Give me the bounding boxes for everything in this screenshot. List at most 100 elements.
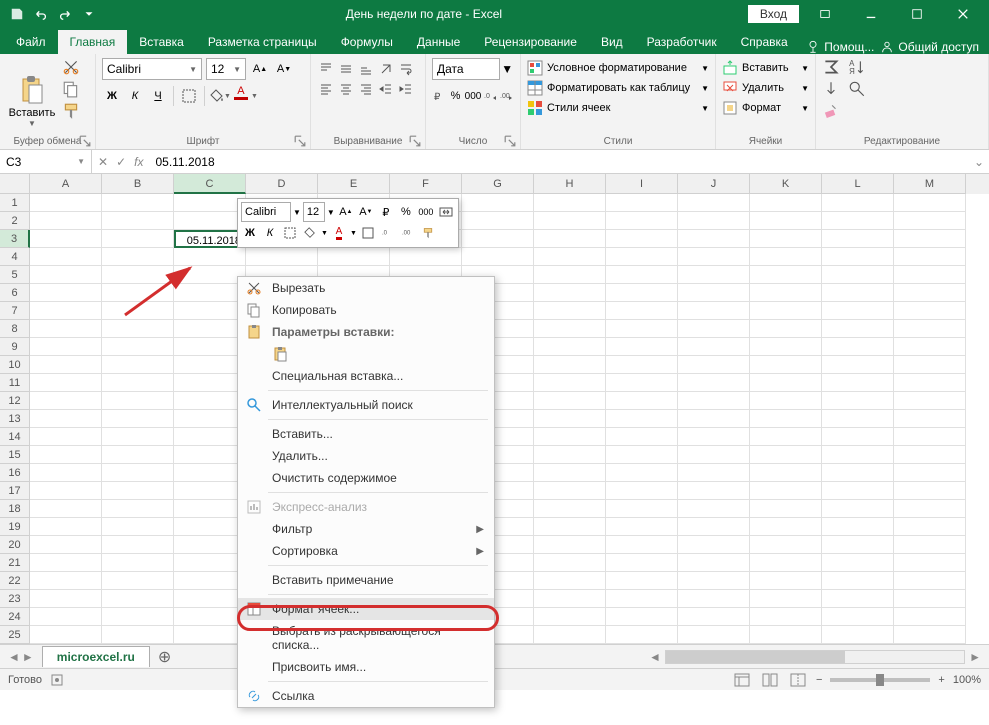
mini-currency-icon[interactable]: ₽ <box>377 203 395 221</box>
cell[interactable] <box>750 194 822 212</box>
cell[interactable] <box>678 392 750 410</box>
column-header[interactable]: K <box>750 174 822 194</box>
cell[interactable] <box>606 302 678 320</box>
cell[interactable] <box>606 446 678 464</box>
zoom-level[interactable]: 100% <box>953 674 981 686</box>
delete-cells-button[interactable]: Удалить▼ <box>722 78 809 98</box>
cell[interactable] <box>606 428 678 446</box>
cell[interactable] <box>678 320 750 338</box>
cell[interactable] <box>894 518 966 536</box>
comma-icon[interactable]: 000 <box>465 86 482 106</box>
cell[interactable] <box>606 374 678 392</box>
qat-customize-icon[interactable] <box>78 3 100 25</box>
share-button[interactable]: Общий доступ <box>880 40 979 54</box>
cell[interactable] <box>678 428 750 446</box>
cell[interactable] <box>606 230 678 248</box>
mini-bold[interactable]: Ж <box>241 224 259 242</box>
column-header[interactable]: I <box>606 174 678 194</box>
cell[interactable] <box>30 590 102 608</box>
cell[interactable] <box>750 248 822 266</box>
cell[interactable] <box>102 554 174 572</box>
align-bottom-icon[interactable] <box>357 60 375 78</box>
tab-review[interactable]: Рецензирование <box>472 30 589 54</box>
cell[interactable] <box>894 356 966 374</box>
cell[interactable] <box>894 590 966 608</box>
cell[interactable] <box>750 608 822 626</box>
cell[interactable] <box>606 626 678 644</box>
cell[interactable] <box>894 212 966 230</box>
cell[interactable] <box>606 464 678 482</box>
cell[interactable] <box>606 356 678 374</box>
cell[interactable] <box>102 464 174 482</box>
cell[interactable] <box>174 410 246 428</box>
cell[interactable] <box>894 266 966 284</box>
cell[interactable] <box>102 446 174 464</box>
formula-input[interactable]: 05.11.2018 <box>149 155 969 169</box>
cell[interactable] <box>894 392 966 410</box>
cell[interactable] <box>30 572 102 590</box>
cell-styles-button[interactable]: Стили ячеек▼ <box>527 98 709 118</box>
cell[interactable] <box>30 356 102 374</box>
cell[interactable] <box>606 284 678 302</box>
cell[interactable] <box>894 554 966 572</box>
cell[interactable] <box>750 428 822 446</box>
mini-increase-font-icon[interactable]: A▲ <box>337 203 355 221</box>
cell[interactable] <box>534 338 606 356</box>
hscroll-right-icon[interactable]: ► <box>969 650 981 664</box>
cell[interactable] <box>678 356 750 374</box>
cell[interactable] <box>102 410 174 428</box>
cell[interactable] <box>30 392 102 410</box>
cell[interactable] <box>678 302 750 320</box>
cell[interactable] <box>750 212 822 230</box>
row-header[interactable]: 14 <box>0 428 30 446</box>
cell[interactable] <box>174 626 246 644</box>
row-header[interactable]: 11 <box>0 374 30 392</box>
tab-help[interactable]: Справка <box>729 30 800 54</box>
cell[interactable] <box>174 446 246 464</box>
cell[interactable] <box>30 284 102 302</box>
mini-font-name[interactable] <box>241 202 291 222</box>
cell[interactable] <box>462 248 534 266</box>
cell[interactable] <box>894 302 966 320</box>
cell[interactable] <box>174 608 246 626</box>
font-launcher-icon[interactable] <box>294 135 306 147</box>
column-header[interactable]: J <box>678 174 750 194</box>
number-launcher-icon[interactable] <box>504 135 516 147</box>
align-top-icon[interactable] <box>317 60 335 78</box>
cell[interactable] <box>750 536 822 554</box>
cell[interactable] <box>30 500 102 518</box>
underline-button[interactable]: Ч <box>148 86 168 106</box>
bold-button[interactable]: Ж <box>102 86 122 106</box>
column-header[interactable]: F <box>390 174 462 194</box>
cell[interactable] <box>894 608 966 626</box>
format-as-table-button[interactable]: Форматировать как таблицу▼ <box>527 78 709 98</box>
mini-font-color-icon[interactable]: A <box>330 224 348 242</box>
cell[interactable] <box>174 590 246 608</box>
cell[interactable] <box>678 212 750 230</box>
name-box[interactable]: C3▼ <box>0 150 92 173</box>
cell[interactable] <box>102 590 174 608</box>
ctx-item[interactable]: Формат ячеек... <box>238 598 494 620</box>
cell[interactable] <box>174 554 246 572</box>
font-size-selector[interactable]: 12▼ <box>206 58 246 80</box>
save-icon[interactable] <box>6 3 28 25</box>
ctx-item[interactable]: Вырезать <box>238 277 494 299</box>
cell[interactable] <box>102 230 174 248</box>
wrap-text-icon[interactable] <box>397 60 415 78</box>
cell[interactable] <box>534 536 606 554</box>
row-header[interactable]: 2 <box>0 212 30 230</box>
decrease-font-icon[interactable]: A▼ <box>274 59 294 79</box>
row-header[interactable]: 8 <box>0 320 30 338</box>
column-header[interactable]: H <box>534 174 606 194</box>
minimize-icon[interactable] <box>851 0 891 28</box>
row-header[interactable]: 16 <box>0 464 30 482</box>
cell[interactable] <box>30 554 102 572</box>
row-header[interactable]: 17 <box>0 482 30 500</box>
cell[interactable] <box>822 212 894 230</box>
mini-dec-dec-icon[interactable]: .00 <box>399 224 417 242</box>
row-header[interactable]: 13 <box>0 410 30 428</box>
cell[interactable] <box>822 590 894 608</box>
cell[interactable] <box>678 482 750 500</box>
number-format-selector[interactable]: Дата <box>432 58 500 80</box>
cell[interactable] <box>534 212 606 230</box>
